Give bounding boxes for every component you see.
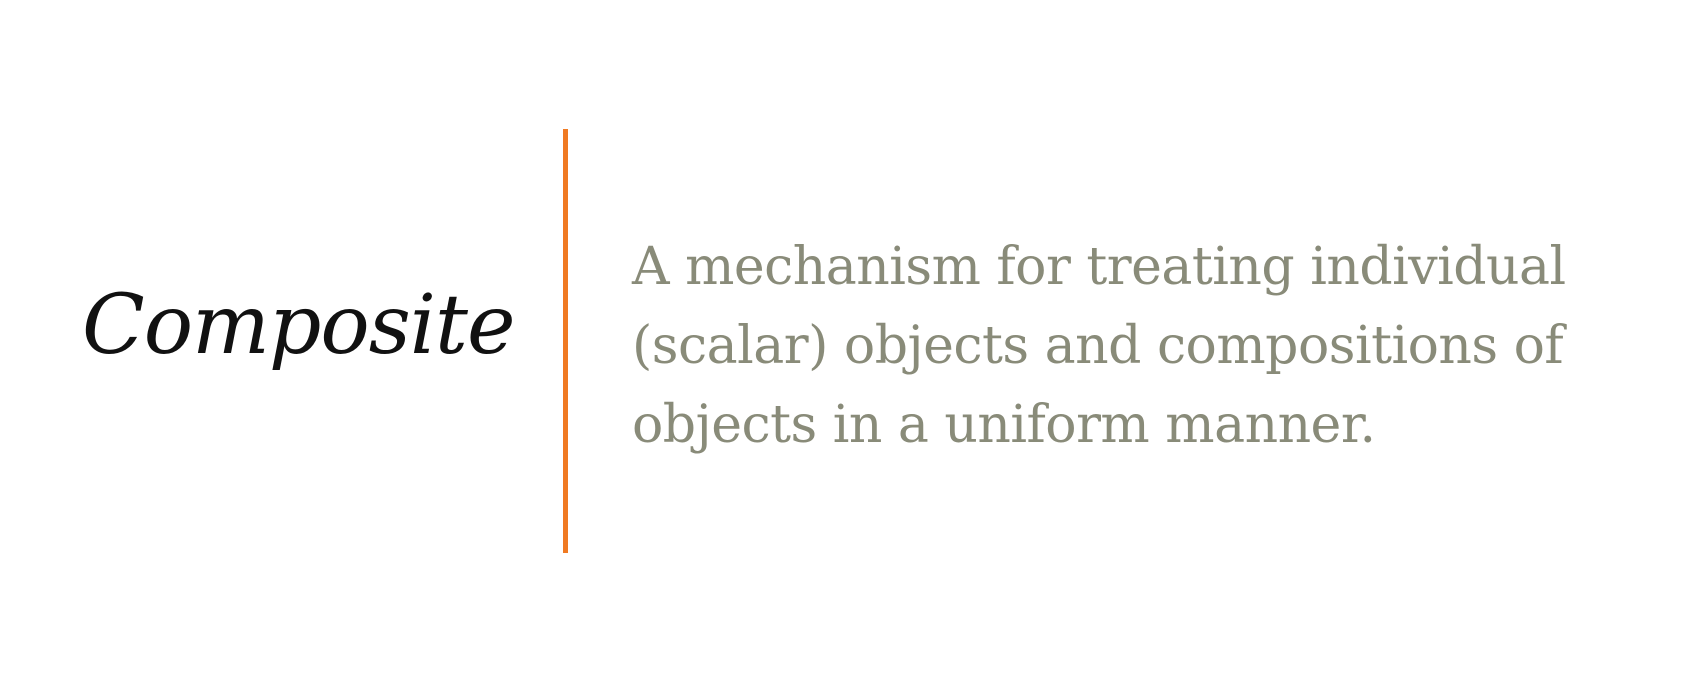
pattern-definition: A mechanism for treating individual (sca… <box>632 228 1642 465</box>
pattern-term: Composite <box>82 278 516 373</box>
definition-line: (scalar) objects and compositions of <box>632 316 1564 376</box>
accent-divider <box>563 129 568 553</box>
pattern-definition-slide: Composite A mechanism for treating indiv… <box>0 0 1691 693</box>
definition-line: A mechanism for treating individual <box>632 237 1566 297</box>
definition-line: objects in a uniform manner. <box>632 395 1376 455</box>
